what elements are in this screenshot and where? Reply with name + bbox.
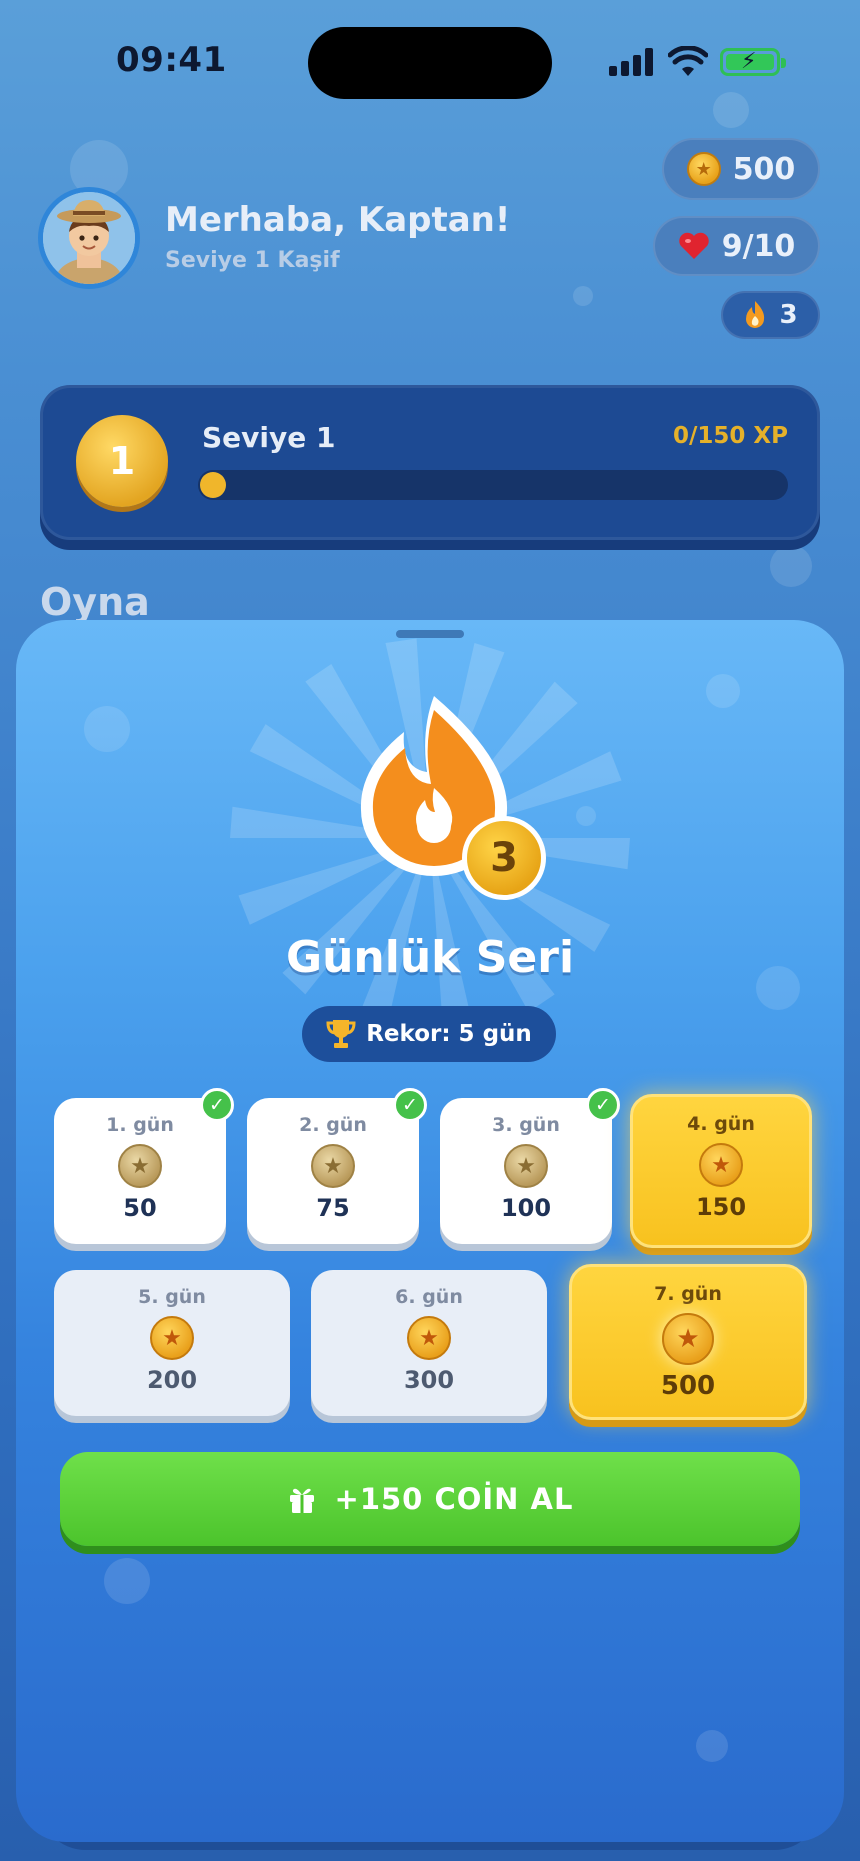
streak-counter[interactable]: 3 [721, 291, 820, 339]
day-label: 3. gün [492, 1114, 560, 1136]
status-time: 09:41 [116, 40, 227, 80]
day-card[interactable]: ✓ 1. gün ★ 50 [54, 1088, 234, 1244]
decor-bubble [706, 674, 740, 708]
day-label: 4. gün [687, 1113, 755, 1135]
claim-button-label: +150 COİN AL [334, 1482, 574, 1516]
avatar[interactable] [38, 187, 140, 289]
decor-bubble [104, 1558, 150, 1604]
streak-count-badge: 3 [462, 816, 546, 900]
greeting-title: Merhaba, Kaptan! [165, 200, 511, 240]
decor-bubble [84, 706, 130, 752]
lives-count: 9/10 [721, 228, 796, 264]
streak-count: 3 [779, 300, 798, 330]
xp-progress-fill [200, 472, 226, 498]
explorer-avatar-icon [43, 192, 135, 284]
level-badge: 1 [76, 415, 168, 507]
decor-bubble [713, 92, 749, 128]
record-badge: Rekor: 5 gün [302, 1006, 556, 1062]
day-reward: 75 [316, 1194, 350, 1222]
sheet-drag-handle[interactable] [396, 630, 464, 638]
decor-bubble [770, 545, 812, 587]
flame-icon [746, 301, 765, 328]
day-reward: 150 [695, 1193, 747, 1221]
sheet-title: Günlük Seri [285, 932, 575, 983]
daily-streak-sheet: 3 Günlük Seri Rekor: 5 gün ✓ 1. gün ★ 50… [16, 620, 844, 1842]
day-label: 7. gün [654, 1283, 722, 1305]
day-label: 2. gün [299, 1114, 367, 1136]
day-card[interactable]: 6. gün ★ 300 [311, 1270, 547, 1416]
coin-icon: ★ [504, 1144, 548, 1188]
record-text: Rekor: 5 gün [366, 1021, 532, 1047]
xp-text: 0/150 XP [672, 423, 788, 449]
coin-icon: ★ [311, 1144, 355, 1188]
check-icon: ✓ [393, 1088, 427, 1122]
check-icon: ✓ [586, 1088, 620, 1122]
coin-icon: ★ [407, 1316, 451, 1360]
level-card[interactable]: 1 Seviye 1 0/150 XP [40, 385, 820, 540]
day-card[interactable]: 5. gün ★ 200 [54, 1270, 290, 1416]
battery-icon: ⚡ [720, 48, 786, 76]
coin-icon: ★ [699, 1143, 743, 1187]
player-rank: Seviye 1 Kaşif [165, 248, 340, 273]
section-title: Oyna [40, 580, 150, 624]
day-card[interactable]: ✓ 3. gün ★ 100 [440, 1088, 620, 1244]
wifi-icon [668, 46, 708, 76]
coin-icon: ★ [662, 1313, 714, 1365]
cellular-signal-icon [609, 48, 655, 76]
lives-counter[interactable]: 9/10 [653, 216, 820, 276]
day-reward: 200 [146, 1366, 198, 1394]
day-reward: 500 [660, 1371, 716, 1401]
decor-bubble [573, 286, 593, 306]
day-label: 5. gün [138, 1286, 206, 1308]
coin-icon: ★ [150, 1316, 194, 1360]
gift-icon [289, 1488, 314, 1513]
coin-count: 500 [732, 151, 796, 187]
claim-coins-button[interactable]: +150 COİN AL [60, 1452, 800, 1546]
day-reward: 50 [123, 1194, 157, 1222]
dynamic-island [308, 27, 552, 99]
level-title: Seviye 1 [202, 421, 336, 454]
decor-bubble [696, 1730, 728, 1762]
xp-progress-bar [198, 470, 788, 500]
check-icon: ✓ [200, 1088, 234, 1122]
day-reward: 100 [500, 1194, 552, 1222]
day-card-today[interactable]: 4. gün ★ 150 [630, 1094, 812, 1248]
day-reward: 300 [403, 1366, 455, 1394]
day-card[interactable]: ✓ 2. gün ★ 75 [247, 1088, 427, 1244]
day-card-bonus[interactable]: 7. gün ★ 500 [569, 1264, 807, 1420]
coin-balance[interactable]: ★ 500 [662, 138, 820, 200]
day-label: 6. gün [395, 1286, 463, 1308]
heart-icon [679, 232, 709, 259]
coin-icon: ★ [118, 1144, 162, 1188]
day-label: 1. gün [106, 1114, 174, 1136]
coin-icon: ★ [686, 152, 721, 186]
trophy-icon [326, 1020, 356, 1048]
